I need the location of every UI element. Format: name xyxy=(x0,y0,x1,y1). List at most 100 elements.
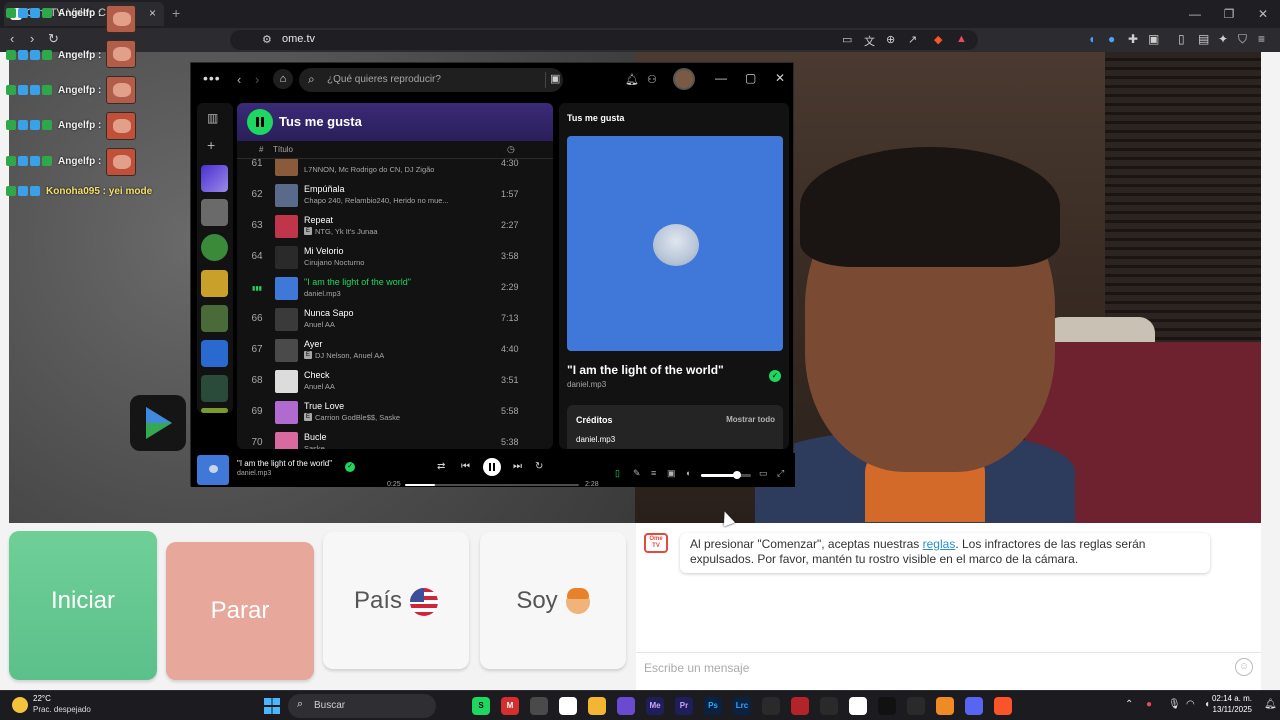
spotify-minimize-button[interactable]: — xyxy=(715,71,727,85)
weather-icon[interactable] xyxy=(12,697,28,713)
shield-icon[interactable]: ⛉ xyxy=(1238,32,1247,47)
windows-start-icon[interactable] xyxy=(264,698,280,714)
track-row[interactable]: ▮▮▮ "I am the light of the world" daniel.m… xyxy=(237,273,553,304)
taskbar-app-icon[interactable]: Pr xyxy=(675,697,693,715)
miniplayer-icon[interactable]: ▭ xyxy=(759,468,768,479)
track-artist[interactable]: Saske xyxy=(304,444,325,449)
track-artist[interactable]: Chapo 240, Relambio240, Herido no mue... xyxy=(304,196,449,205)
forward-icon[interactable]: › xyxy=(30,31,34,46)
track-title[interactable]: True Love xyxy=(304,401,344,411)
track-title[interactable]: Nunca Sapo xyxy=(304,308,354,318)
browse-icon[interactable]: ▣ xyxy=(545,72,561,88)
track-row[interactable]: 63 Repeat E NTG, Yk It's Junaa 2:27 xyxy=(237,211,553,242)
taskbar-app-icon[interactable]: Ps xyxy=(704,697,722,715)
taskbar-search[interactable]: ⌕ Buscar xyxy=(288,694,436,718)
wifi-icon[interactable]: ◠ xyxy=(1186,699,1195,710)
track-title[interactable]: "I am the light of the world" xyxy=(304,277,411,287)
pause-button[interactable] xyxy=(483,458,501,476)
taskbar-app-icon[interactable] xyxy=(994,697,1012,715)
taskbar-app-icon[interactable] xyxy=(588,697,606,715)
taskbar-app-icon[interactable]: Me xyxy=(646,697,664,715)
track-title[interactable]: Mi Velorio xyxy=(304,246,344,256)
track-artist[interactable]: Anuel AA xyxy=(304,382,335,391)
saved-check-icon[interactable]: ✓ xyxy=(769,370,781,382)
clock-date[interactable]: 13/11/2025 xyxy=(1213,705,1252,714)
track-row[interactable]: 70 Bucle Saske 5:38 xyxy=(237,428,553,449)
minimize-button[interactable]: — xyxy=(1178,0,1212,28)
taskbar-app-icon[interactable] xyxy=(849,697,867,715)
track-artist[interactable]: Cirujano Nocturno xyxy=(304,258,364,267)
tray-expand-icon[interactable]: ⌃ xyxy=(1125,699,1133,710)
player-title[interactable]: "I am the light of the world" xyxy=(237,459,332,468)
track-title[interactable]: Bucle xyxy=(304,432,327,442)
brave-shield-icon[interactable]: ◆ xyxy=(934,33,942,46)
puzzle-icon[interactable]: ✚ xyxy=(1128,32,1138,46)
track-title[interactable]: Repeat xyxy=(304,215,333,225)
player-cover[interactable] xyxy=(197,455,229,485)
now-playing-artist[interactable]: daniel.mp3 xyxy=(567,380,606,389)
taskbar-app-icon[interactable] xyxy=(820,697,838,715)
playlist-thumb[interactable] xyxy=(201,340,228,367)
media-icon[interactable]: ▣ xyxy=(1148,32,1159,46)
lyrics-icon[interactable]: ✎ xyxy=(633,468,641,479)
repeat-icon[interactable]: ↻ xyxy=(535,461,543,472)
microphone-icon[interactable]: 🎙︎ xyxy=(1168,699,1181,710)
taskbar-app-icon[interactable] xyxy=(907,697,925,715)
track-row[interactable]: 68 Check Anuel AA 3:51 xyxy=(237,366,553,397)
rules-link[interactable]: reglas xyxy=(923,537,956,551)
volume-knob[interactable] xyxy=(733,471,741,479)
message-input[interactable]: Escribe un mensaje ☺ xyxy=(636,652,1261,684)
player-artist[interactable]: daniel.mp3 xyxy=(237,470,271,477)
wallet-icon[interactable]: ▤ xyxy=(1198,32,1209,46)
sidebar-icon[interactable]: ▯ xyxy=(1178,32,1185,46)
library-icon[interactable]: ▥ xyxy=(207,111,218,125)
taskbar-app-icon[interactable]: M xyxy=(501,697,519,715)
shuffle-icon[interactable]: ⇄ xyxy=(437,461,445,472)
profile-avatar[interactable] xyxy=(673,68,695,90)
reload-icon[interactable]: ↻ xyxy=(48,31,59,47)
taskbar-app-icon[interactable] xyxy=(617,697,635,715)
device-icon[interactable]: ▣ xyxy=(667,468,676,479)
audio-icon[interactable]: ◖ xyxy=(1088,32,1095,46)
taskbar-app-icon[interactable] xyxy=(762,697,780,715)
track-title[interactable]: Empúñala xyxy=(304,184,345,194)
track-row[interactable]: 69 True Love E Carrion GodBle$$, Saske 5:58 xyxy=(237,397,553,428)
forward-icon[interactable]: › xyxy=(255,72,259,87)
track-artist[interactable]: Anuel AA xyxy=(304,320,335,329)
col-title[interactable]: Título xyxy=(273,145,293,154)
liked-songs-thumb[interactable] xyxy=(201,165,228,192)
track-title[interactable]: Check xyxy=(304,370,330,380)
country-button[interactable]: País xyxy=(323,532,469,669)
next-icon[interactable]: ⏭︎ xyxy=(513,461,522,472)
track-artist[interactable]: E NTG, Yk It's Junaa xyxy=(304,227,378,236)
cast-icon[interactable]: ▭ xyxy=(842,33,852,46)
bell-icon[interactable]: 🔔︎ xyxy=(625,73,639,86)
close-tab-icon[interactable]: × xyxy=(149,6,156,20)
google-play-badge[interactable] xyxy=(130,395,186,451)
taskbar-app-icon[interactable]: S xyxy=(472,697,490,715)
more-options-icon[interactable]: ••• xyxy=(203,70,221,86)
leo-icon[interactable]: ✦ xyxy=(1218,32,1228,46)
taskbar-app-icon[interactable]: Lrc xyxy=(733,697,751,715)
mega-icon[interactable]: ● xyxy=(1146,699,1152,710)
speaker-icon[interactable]: ◖ xyxy=(1204,699,1210,710)
taskbar-app-icon[interactable] xyxy=(936,697,954,715)
track-artist[interactable]: E Carrion GodBle$$, Saske xyxy=(304,413,400,422)
gender-button[interactable]: Soy xyxy=(480,532,626,669)
volume-icon[interactable]: ◖ xyxy=(685,468,690,478)
spotify-maximize-button[interactable]: ▢ xyxy=(745,71,756,85)
track-row[interactable]: 66 Nunca Sapo Anuel AA 7:13 xyxy=(237,304,553,335)
saved-check-icon[interactable]: ✓ xyxy=(345,462,355,472)
emoji-icon[interactable]: ☺ xyxy=(1235,658,1253,676)
restore-button[interactable]: ❐ xyxy=(1212,0,1246,28)
artist-thumb[interactable] xyxy=(201,234,228,261)
progress-bar[interactable] xyxy=(405,484,579,486)
translate-icon[interactable]: 文 xyxy=(864,33,875,49)
clock-time[interactable]: 02:14 a. m. xyxy=(1212,694,1252,703)
track-row[interactable]: 61 L7NNON, Mc Rodrigo do CN, DJ Zigão 4:30 xyxy=(237,159,553,180)
now-playing-title[interactable]: "I am the light of the world" xyxy=(567,363,724,377)
fullscreen-icon[interactable]: ⤢ xyxy=(777,468,784,479)
home-icon[interactable]: ⌂ xyxy=(273,69,293,89)
track-row[interactable]: 64 Mi Velorio Cirujano Nocturno 3:58 xyxy=(237,242,553,273)
track-artist[interactable]: L7NNON, Mc Rodrigo do CN, DJ Zigão xyxy=(304,165,434,174)
